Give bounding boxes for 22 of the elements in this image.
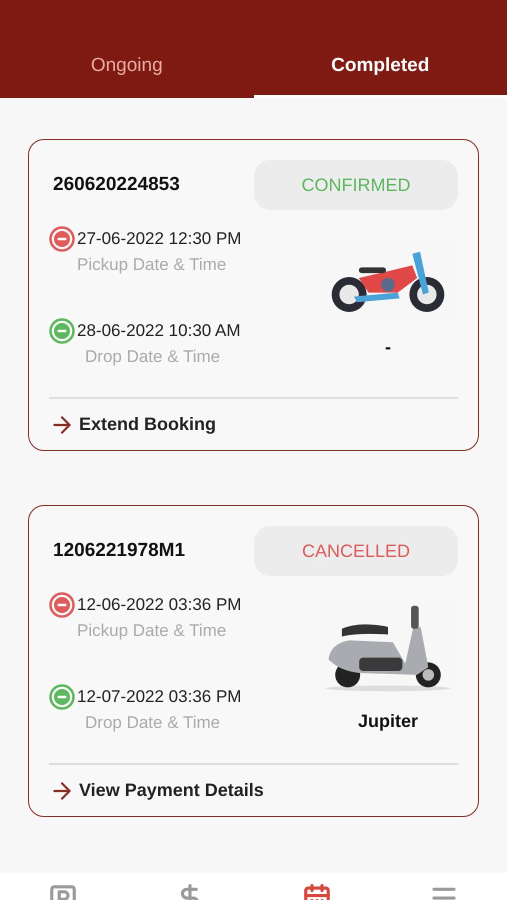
tab[interactable]: Ongoing bbox=[0, 50, 254, 98]
status-badge: CANCELLED bbox=[254, 526, 458, 576]
minus-circle-icon bbox=[49, 684, 75, 710]
booking-id: 260620224853 bbox=[52, 172, 180, 197]
booking-id: 1206221978M1 bbox=[52, 538, 186, 563]
pickup-datetime: 27-06-2022 12:30 PM bbox=[77, 228, 242, 250]
drop-label: Drop Date & Time bbox=[84, 712, 222, 734]
vehicle-name: - bbox=[385, 336, 391, 359]
action-link[interactable]: Extend Booking bbox=[49, 411, 216, 438]
pickup-datetime: 12-06-2022 03:36 PM bbox=[77, 594, 242, 616]
pickup-label: Pickup Date & Time bbox=[76, 254, 228, 276]
drop-datetime: 28-06-2022 10:30 AM bbox=[77, 320, 241, 342]
drop-datetime: 12-07-2022 03:36 PM bbox=[77, 686, 242, 708]
status-badge: CONFIRMED bbox=[254, 160, 458, 210]
action-link[interactable]: View Payment Details bbox=[49, 777, 264, 804]
vehicle-name: Jupiter bbox=[358, 710, 418, 733]
minus-circle-icon bbox=[49, 226, 75, 252]
pickup-label: Pickup Date & Time bbox=[76, 620, 228, 642]
minus-circle-icon bbox=[49, 318, 75, 344]
tab[interactable]: Completed bbox=[254, 50, 507, 98]
drop-label: Drop Date & Time bbox=[84, 346, 222, 368]
minus-circle-icon bbox=[49, 592, 75, 618]
